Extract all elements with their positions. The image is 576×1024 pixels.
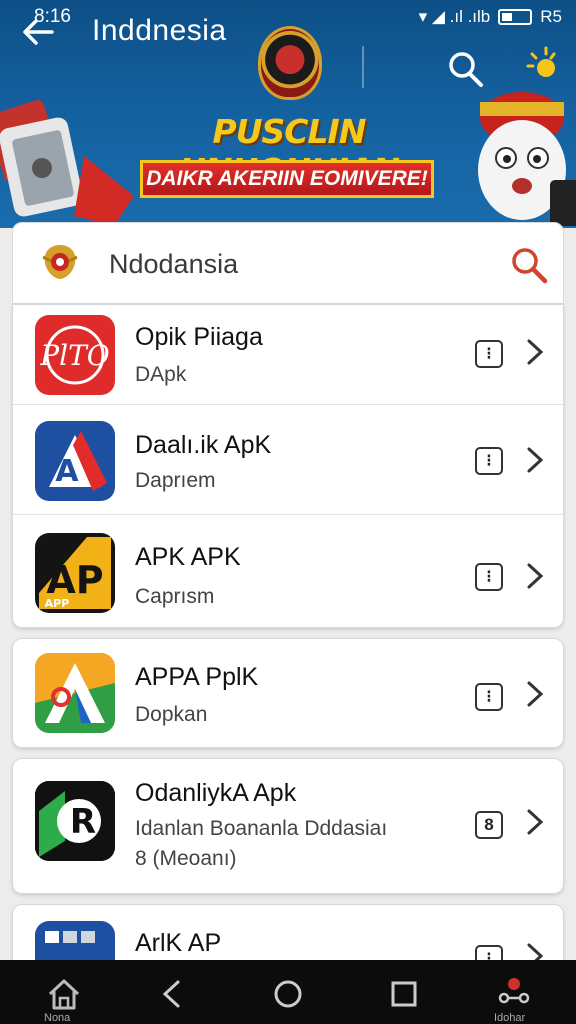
signal-icons: ▾ ◢ .ıl .ılb [418, 7, 491, 26]
info-icon[interactable]: ⁝ [475, 340, 503, 368]
chevron-right-icon[interactable] [523, 807, 547, 837]
back-icon[interactable] [152, 974, 192, 1014]
chevron-right-icon[interactable] [523, 445, 547, 475]
phone-illustration [0, 100, 134, 226]
back-arrow-icon[interactable] [18, 12, 58, 52]
app-list-group: PlTO Opik Piiaga DApk ⁝ A Daalı.ik ApK D… [12, 304, 564, 628]
page-title: Inddnesia [92, 14, 227, 47]
banner-ribbon: DAIKR AKERIIN EOMIVERE! [140, 160, 434, 198]
app-name: APPA PplK [135, 663, 259, 691]
app-subtitle: Daprıem [135, 469, 216, 492]
home-label: Nona [44, 1012, 71, 1024]
battery-label: R5 [540, 7, 562, 26]
app-icon-label: PlTO [39, 339, 109, 372]
info-icon[interactable]: ⁝ [475, 447, 503, 475]
chevron-right-icon[interactable] [523, 337, 547, 367]
app-icon: PlTO [35, 315, 115, 395]
count-badge[interactable]: 8 [475, 811, 503, 839]
app-name: Daalı.ik ApK [135, 431, 272, 459]
sparkle-bulb-icon[interactable] [524, 46, 562, 84]
app-icon-label: AP [46, 558, 103, 602]
emblem-icon [258, 26, 322, 100]
app-icon-small-label: APP [45, 597, 70, 610]
circle-home-icon[interactable] [268, 974, 308, 1014]
search-input[interactable]: Ndodansia [109, 249, 238, 280]
chevron-right-icon[interactable] [523, 679, 547, 709]
list-item[interactable]: APPA PplK Dopkan ⁝ [12, 638, 564, 748]
header-banner: 8:16 ▾ ◢ .ıl .ılb R5 Inddnesia PUSCLIN U… [0, 0, 576, 228]
list-item[interactable]: R OdanliykA Apk Idanlan Boananla Dddasia… [12, 758, 564, 894]
recents-icon[interactable] [384, 974, 424, 1014]
app-icon: AP APP [35, 533, 115, 613]
header-divider [362, 46, 364, 88]
app-logo-icon [35, 653, 115, 733]
chevron-right-icon[interactable] [523, 561, 547, 591]
info-icon[interactable]: ⁝ [475, 683, 503, 711]
bottom-navigation: Nona Idohar [0, 960, 576, 1024]
search-icon[interactable] [507, 243, 551, 287]
list-item[interactable]: A Daalı.ik ApK Daprıem ⁝ [13, 405, 563, 515]
app-logo-icon: AP APP [39, 537, 111, 610]
app-logo-icon: PlTO [39, 325, 110, 385]
app-subtitle-secondary: 8 (Meoanı) [135, 847, 237, 870]
mascot-illustration [478, 92, 576, 226]
app-icon: A [35, 421, 115, 501]
status-icons: ▾ ◢ .ıl .ılb R5 [419, 7, 562, 27]
home-icon[interactable] [44, 974, 84, 1014]
app-icon [35, 653, 115, 733]
app-name: Opik Piiaga [135, 323, 263, 351]
list-item[interactable]: PlTO Opik Piiaga DApk ⁝ [13, 305, 563, 405]
app-logo-icon: R [35, 781, 115, 861]
app-icon-label: A [55, 454, 79, 489]
app-name: ArlK AP [135, 929, 222, 957]
right-nav-label: Idohar [494, 1012, 526, 1024]
search-bar[interactable]: Ndodansia [12, 222, 564, 304]
battery-icon [498, 9, 533, 25]
info-icon[interactable]: ⁝ [475, 563, 503, 591]
app-subtitle: Caprısm [135, 585, 215, 608]
app-subtitle: Dopkan [135, 703, 208, 726]
garuda-logo-icon [42, 245, 78, 279]
app-name: APK APK [135, 543, 241, 571]
list-item[interactable]: AP APP APK APK Caprısm ⁝ [13, 515, 563, 629]
app-icon-label: R [70, 802, 96, 842]
banner-headline: PUSCLIN UNUOUHIAN [179, 112, 400, 190]
app-subtitle: Idanlan Boananla Dddasiaı [135, 817, 388, 840]
app-subtitle: DApk [135, 363, 187, 386]
app-icon: R [35, 781, 115, 861]
search-icon[interactable] [444, 48, 486, 90]
share-icon[interactable] [494, 974, 534, 1014]
app-name: OdanliykA Apk [135, 779, 297, 807]
app-logo-icon: A [49, 431, 107, 491]
